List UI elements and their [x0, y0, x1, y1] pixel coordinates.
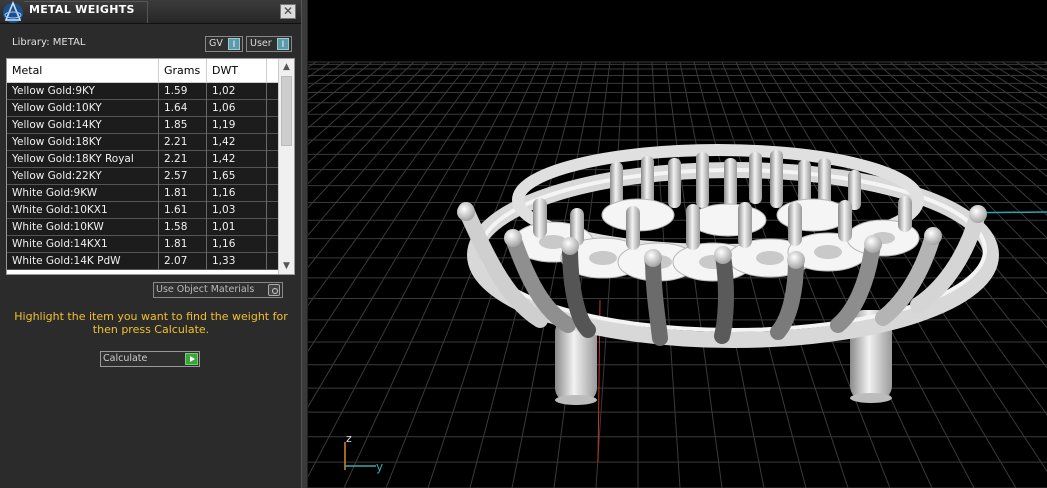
table-row[interactable]: Yellow Gold:9KY 1.59 1,02 [7, 83, 279, 100]
use-object-materials-button[interactable]: Use Object Materials [153, 282, 283, 298]
cell-metal: White Gold:10KX1 [7, 202, 159, 219]
grid-line [1001, 61, 1047, 89]
column-header-dwt[interactable]: DWT [207, 59, 267, 83]
table-row[interactable]: Yellow Gold:22KY 2.57 1,65 [7, 168, 279, 185]
gv-toggle-indicator: I [228, 38, 240, 50]
grid-line [0, 61, 331, 291]
grid-line [133, 61, 471, 488]
cell-dwt: 1,16 [207, 236, 267, 253]
grid-line [0, 61, 345, 312]
cell-dwt: 1,02 [207, 83, 267, 100]
cell-metal: White Gold:9KW [7, 185, 159, 202]
viewport-canvas[interactable]: z y [0, 0, 1047, 488]
cell-grams: 1.59 [159, 83, 207, 100]
cell-dwt: 1,19 [207, 117, 267, 134]
cell-grams: 1.81 [159, 236, 207, 253]
cell-grams: 1.58 [159, 219, 207, 236]
grid-line [819, 61, 1047, 329]
cell-dwt: 1,01 [207, 219, 267, 236]
cell-dwt: 1,42 [207, 134, 267, 151]
ring-model[interactable] [457, 144, 999, 405]
table-scrollbar[interactable]: ▲ ▼ [278, 59, 294, 274]
panel-splitter[interactable] [301, 0, 308, 488]
axis-z-label: z [346, 432, 352, 445]
grid-line [343, 61, 541, 488]
3d-viewport[interactable]: z y [0, 0, 1047, 488]
axis-y-label: y [376, 460, 383, 474]
panel-titlebar: METAL WEIGHTS ✕ [0, 0, 301, 24]
cell-grams: 1.81 [159, 185, 207, 202]
library-label: Library: METAL [12, 37, 86, 48]
panel-title: METAL WEIGHTS [29, 3, 135, 16]
cell-metal: Yellow Gold:10KY [7, 100, 159, 117]
cell-dwt: 1,65 [207, 168, 267, 185]
calculate-label: Calculate [103, 353, 148, 364]
app-logo-icon [3, 0, 23, 23]
calculate-button[interactable]: Calculate [100, 351, 200, 367]
table-row[interactable]: White Gold:10KX1 1.61 1,03 [7, 202, 279, 219]
scroll-thumb[interactable] [281, 76, 292, 146]
table-row[interactable]: Yellow Gold:18KY Royal 2.21 1,42 [7, 151, 279, 168]
close-button[interactable]: ✕ [280, 4, 296, 19]
radio-icon [268, 284, 280, 296]
table-row[interactable]: White Gold:14KX1 1.81 1,16 [7, 236, 279, 253]
column-header-metal[interactable]: Metal [7, 59, 159, 83]
table-row[interactable]: Yellow Gold:14KY 1.85 1,19 [7, 117, 279, 134]
cell-grams: 2.21 [159, 134, 207, 151]
cell-grams: 1.64 [159, 100, 207, 117]
cell-metal: White Gold:10KW [7, 219, 159, 236]
cell-dwt: 1,33 [207, 253, 267, 270]
table-row[interactable]: White Gold:9KW 1.81 1,16 [7, 185, 279, 202]
cell-dwt: 1,16 [207, 185, 267, 202]
cell-metal: Yellow Gold:18KY Royal [7, 151, 159, 168]
cell-metal: White Gold:14K PdW [7, 253, 159, 270]
cell-dwt: 1,06 [207, 100, 267, 117]
grid-line [875, 61, 1047, 216]
cell-dwt: 1,03 [207, 202, 267, 219]
cell-metal: Yellow Gold:14KY [7, 117, 159, 134]
grid-line [0, 61, 359, 335]
user-toggle-indicator: I [277, 38, 289, 50]
grid-line [175, 61, 485, 488]
table-body: Yellow Gold:9KY 1.59 1,02 Yellow Gold:10KY… [7, 83, 279, 270]
cell-grams: 1.85 [159, 117, 207, 134]
grid-line [7, 61, 429, 488]
use-object-materials-label: Use Object Materials [156, 284, 255, 295]
table-row[interactable]: Yellow Gold:18KY 2.21 1,42 [7, 134, 279, 151]
grid-line [945, 61, 1047, 133]
scroll-up-icon[interactable]: ▲ [279, 60, 294, 74]
cell-grams: 1.61 [159, 202, 207, 219]
cell-metal: Yellow Gold:22KY [7, 168, 159, 185]
metal-table: Metal Grams DWT Yellow Gold:9KY 1.59 1,02 … [6, 58, 295, 275]
table-row[interactable]: White Gold:10KW 1.58 1,01 [7, 219, 279, 236]
cell-metal: Yellow Gold:9KY [7, 83, 159, 100]
column-header-grams[interactable]: Grams [159, 59, 207, 83]
table-row[interactable]: White Gold:14K PdW 2.07 1,33 [7, 253, 279, 270]
grid-line [0, 61, 373, 361]
grid-line [0, 61, 317, 272]
instruction-text: Highlight the item you want to find the … [14, 310, 288, 336]
grid-line [0, 61, 415, 457]
cell-grams: 2.07 [159, 253, 207, 270]
scroll-down-icon[interactable]: ▼ [279, 259, 294, 273]
user-toggle-label: User [250, 38, 272, 49]
axis-gizmo: z y [344, 432, 383, 474]
table-row[interactable]: Yellow Gold:10KY 1.64 1,06 [7, 100, 279, 117]
play-icon [185, 353, 198, 365]
cell-metal: Yellow Gold:18KY [7, 134, 159, 151]
cell-grams: 2.57 [159, 168, 207, 185]
gv-toggle-label: GV [209, 38, 223, 49]
cell-grams: 2.21 [159, 151, 207, 168]
cell-dwt: 1,42 [207, 151, 267, 168]
metal-weights-panel: METAL WEIGHTS ✕ Library: METAL GV I User… [0, 0, 301, 488]
cell-metal: White Gold:14KX1 [7, 236, 159, 253]
user-toggle[interactable]: User I [246, 36, 292, 52]
table-header: Metal Grams DWT [7, 59, 279, 83]
gv-toggle[interactable]: GV I [205, 36, 243, 52]
